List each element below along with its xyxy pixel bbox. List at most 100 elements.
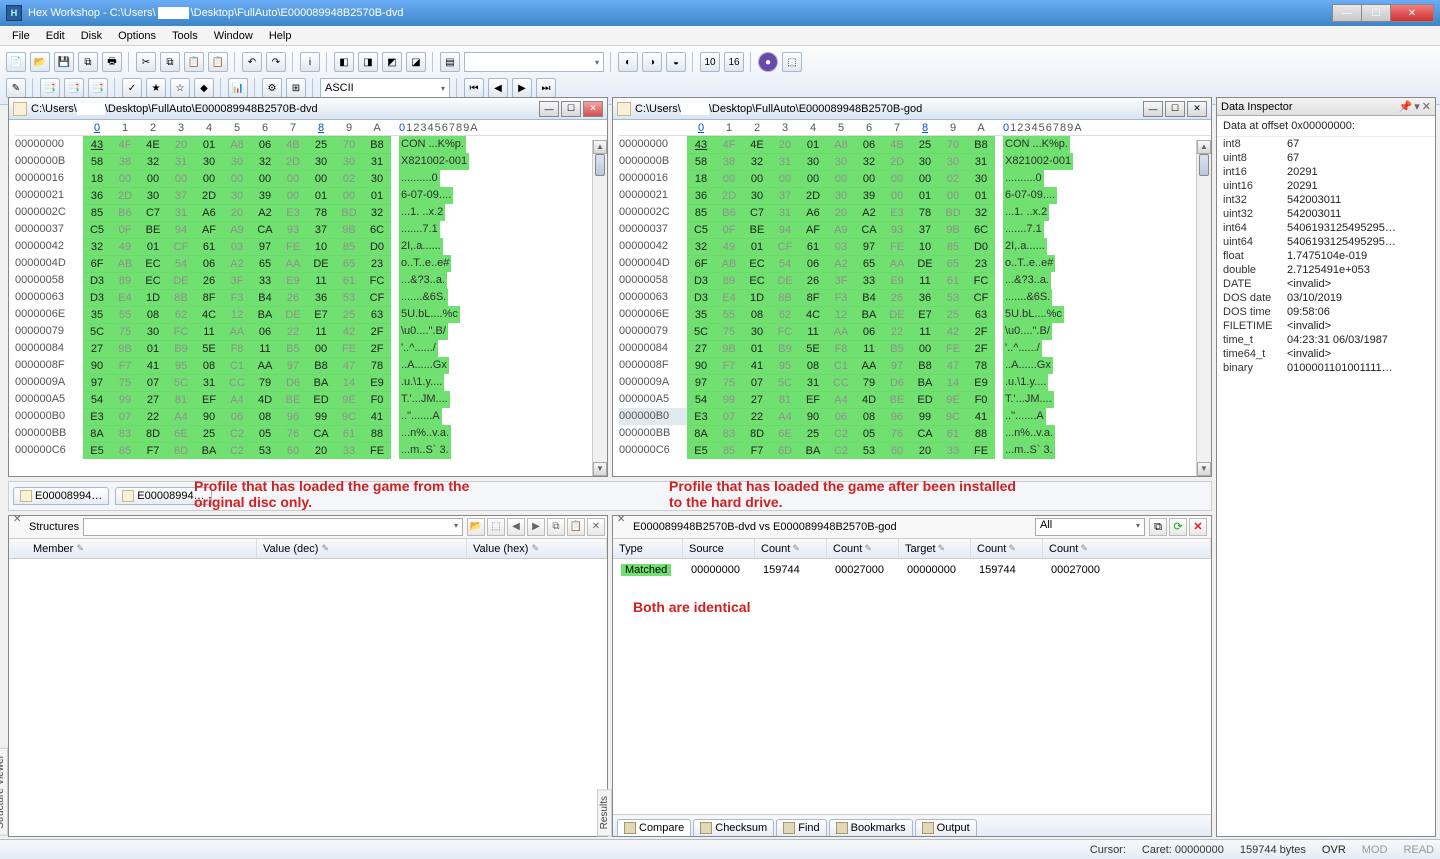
t2-icon[interactable]: ◨ — [358, 52, 378, 72]
menu-file[interactable]: File — [4, 28, 38, 44]
edit-icon[interactable]: ✎ — [6, 78, 26, 98]
hex-row[interactable]: 0000006E355508624C12BADEE725635U.bL....%… — [619, 306, 1211, 323]
inspector-row[interactable]: uint867 — [1217, 151, 1435, 165]
t4-icon[interactable]: ◪ — [406, 52, 426, 72]
menu-options[interactable]: Options — [110, 28, 164, 44]
tab-bookmarks[interactable]: Bookmarks — [829, 819, 913, 836]
hex-row[interactable]: 00000000434F4E2001A8064B2570B8CON ...K%p… — [15, 136, 607, 153]
hex-row[interactable]: 0000004D6FABEC5406A265AADE6523o..T..e..e… — [15, 255, 607, 272]
pane-minimize-button[interactable]: — — [539, 101, 559, 117]
scroll-up-icon[interactable]: ▲ — [593, 140, 607, 154]
t5-icon[interactable]: ▤ — [440, 52, 460, 72]
b6-icon[interactable]: ☆ — [170, 78, 190, 98]
inspector-pin-icon[interactable]: 📌 — [1399, 100, 1413, 113]
hex-row[interactable]: 00000021362D30372D3039000100016-07-09...… — [619, 187, 1211, 204]
hex-row[interactable]: 000000795C7530FC11AA062211422F\u0....".B… — [15, 323, 607, 340]
scroll-down-icon[interactable]: ▼ — [1197, 462, 1211, 476]
hex-row[interactable]: 000000795C7530FC11AA062211422F\u0....".B… — [619, 323, 1211, 340]
hex-row[interactable]: 00000058D389ECDE263F33E91161FC...&?3..a. — [619, 272, 1211, 289]
panel-close-icon[interactable]: ✕ — [617, 514, 625, 525]
hex-row[interactable]: 0000002C85B6C731A620A2E378BD32...1. ..x.… — [15, 204, 607, 221]
hex-row[interactable]: 00000037C50FBE94AFA9CA93379B6C.......7.1 — [15, 221, 607, 238]
hex-row[interactable]: 0000006E355508624C12BADEE725635U.bL....%… — [15, 306, 607, 323]
new-icon[interactable]: 📄 — [6, 52, 26, 72]
encoding-combo[interactable]: ASCII — [320, 78, 450, 98]
struct-prev-icon[interactable]: ◀ — [507, 518, 525, 536]
cut-icon[interactable]: ✂ — [136, 52, 156, 72]
hex-row[interactable]: 00000063D3E41D8B8FF3B4263653CF.......&6S… — [15, 289, 607, 306]
inspector-row[interactable]: DOS time09:58:06 — [1217, 305, 1435, 319]
prop-icon[interactable]: i — [300, 52, 320, 72]
results-delete-icon[interactable]: ✕ — [1189, 518, 1207, 536]
tab-dvd[interactable]: E00008994… — [13, 487, 109, 505]
b4-icon[interactable]: ✓ — [122, 78, 142, 98]
struct-copy-icon[interactable]: ⧉ — [547, 518, 565, 536]
hex-row[interactable]: 0000009A9775075C31CC79D6BA14E9.u.\1.y...… — [619, 374, 1211, 391]
last-icon[interactable]: ⏭ — [536, 78, 556, 98]
menu-tools[interactable]: Tools — [164, 28, 206, 44]
minimize-button[interactable]: — — [1332, 4, 1362, 22]
hex-view[interactable]: 0123456789A 0123456789A 00000000434F4E20… — [613, 120, 1211, 476]
gear-icon[interactable]: ⚙ — [262, 78, 282, 98]
menu-window[interactable]: Window — [206, 28, 261, 44]
results-row[interactable]: Matched 00000000 159744 00027000 0000000… — [615, 561, 1209, 579]
hex-row[interactable]: 0000002C85B6C731A620A2E378BD32...1. ..x.… — [619, 204, 1211, 221]
inspector-row[interactable]: uint1620291 — [1217, 179, 1435, 193]
prev-icon[interactable]: ◀ — [488, 78, 508, 98]
t9-icon[interactable]: 10 — [700, 52, 720, 72]
struct-next-icon[interactable]: ▶ — [527, 518, 545, 536]
t1-icon[interactable]: ◧ — [334, 52, 354, 72]
inspector-row[interactable]: uint32542003011 — [1217, 207, 1435, 221]
print-icon[interactable]: 🖶 — [102, 52, 122, 72]
hex-row[interactable]: 00000000434F4E2001A8064B2570B8CON ...K%p… — [619, 136, 1211, 153]
pane-maximize-button[interactable]: ☐ — [561, 101, 581, 117]
tab-checksum[interactable]: Checksum — [693, 819, 774, 836]
scroll-thumb[interactable] — [1199, 154, 1209, 176]
hex-row[interactable]: 00000063D3E41D8B8FF3B4263653CF.......&6S… — [619, 289, 1211, 306]
struct-apply-icon[interactable]: ⬚ — [487, 518, 505, 536]
hex-row[interactable]: 00000042324901CF610397FE1085D02I,.a.....… — [15, 238, 607, 255]
undo-icon[interactable]: ↶ — [242, 52, 262, 72]
inspector-row[interactable]: DOS date03/10/2019 — [1217, 291, 1435, 305]
inspector-row[interactable]: FILETIME<invalid> — [1217, 319, 1435, 333]
structure-viewer-tab[interactable]: Structure Viewer — [0, 748, 8, 836]
inspector-row[interactable]: time_t04:23:31 06/03/1987 — [1217, 333, 1435, 347]
hex-row[interactable]: 00000084279B01B95EF811B500FE2F'..^......… — [15, 340, 607, 357]
inspector-row[interactable]: int645406193125495295… — [1217, 221, 1435, 235]
hex-row[interactable]: 000000BB8A838D6E25C20576CA6188...n%..v.a… — [619, 425, 1211, 442]
hex-row[interactable]: 0000000B583832313030322D303031X821002-00… — [619, 153, 1211, 170]
t11-icon[interactable]: ● — [758, 52, 778, 72]
inspector-row[interactable]: uint645406193125495295… — [1217, 235, 1435, 249]
menu-disk[interactable]: Disk — [73, 28, 110, 44]
struct-del-icon[interactable]: ✕ — [587, 518, 605, 536]
hex-row[interactable]: 0000008F90F7419508C1AA97B84778..A......G… — [15, 357, 607, 374]
hex-row[interactable]: 00000021362D30372D3039000100016-07-09...… — [15, 187, 607, 204]
pane-close-button[interactable]: ✕ — [583, 101, 603, 117]
next-icon[interactable]: ▶ — [512, 78, 532, 98]
hex-row[interactable]: 000000BB8A838D6E25C20576CA6188...n%..v.a… — [15, 425, 607, 442]
results-refresh-icon[interactable]: ⟳ — [1169, 518, 1187, 536]
hex-row[interactable]: 000000A554992781EFA44DBEED9EF0T.'...JM..… — [15, 391, 607, 408]
b2-icon[interactable]: 📑 — [64, 78, 84, 98]
t3-icon[interactable]: ◩ — [382, 52, 402, 72]
vertical-scrollbar[interactable]: ▲ ▼ — [592, 140, 607, 476]
b1-icon[interactable]: 📑 — [40, 78, 60, 98]
t12-icon[interactable]: ⬚ — [782, 52, 802, 72]
hex-row[interactable]: 000000C6E585F76DBAC253602033FE...m..S` 3… — [619, 442, 1211, 459]
t6-icon[interactable]: ◐ — [618, 52, 638, 72]
b7-icon[interactable]: ◆ — [194, 78, 214, 98]
hex-row[interactable]: 0000004D6FABEC5406A265AADE6523o..T..e..e… — [619, 255, 1211, 272]
b5-icon[interactable]: ★ — [146, 78, 166, 98]
inspector-menu-icon[interactable]: ▾ — [1414, 100, 1420, 113]
menu-help[interactable]: Help — [261, 28, 300, 44]
close-button[interactable]: ✕ — [1390, 4, 1434, 22]
saveall-icon[interactable]: ⧉ — [78, 52, 98, 72]
hex-row[interactable]: 00000058D389ECDE263F33E91161FC...&?3..a. — [15, 272, 607, 289]
results-copy-icon[interactable]: ⧉ — [1149, 518, 1167, 536]
redo-icon[interactable]: ↷ — [266, 52, 286, 72]
hex-row[interactable]: 000000161800000000000000000230..........… — [619, 170, 1211, 187]
menu-edit[interactable]: Edit — [38, 28, 73, 44]
vertical-scrollbar[interactable]: ▲ ▼ — [1196, 140, 1211, 476]
tab-compare[interactable]: Compare — [617, 819, 691, 836]
paste-icon[interactable]: 📋 — [184, 52, 204, 72]
